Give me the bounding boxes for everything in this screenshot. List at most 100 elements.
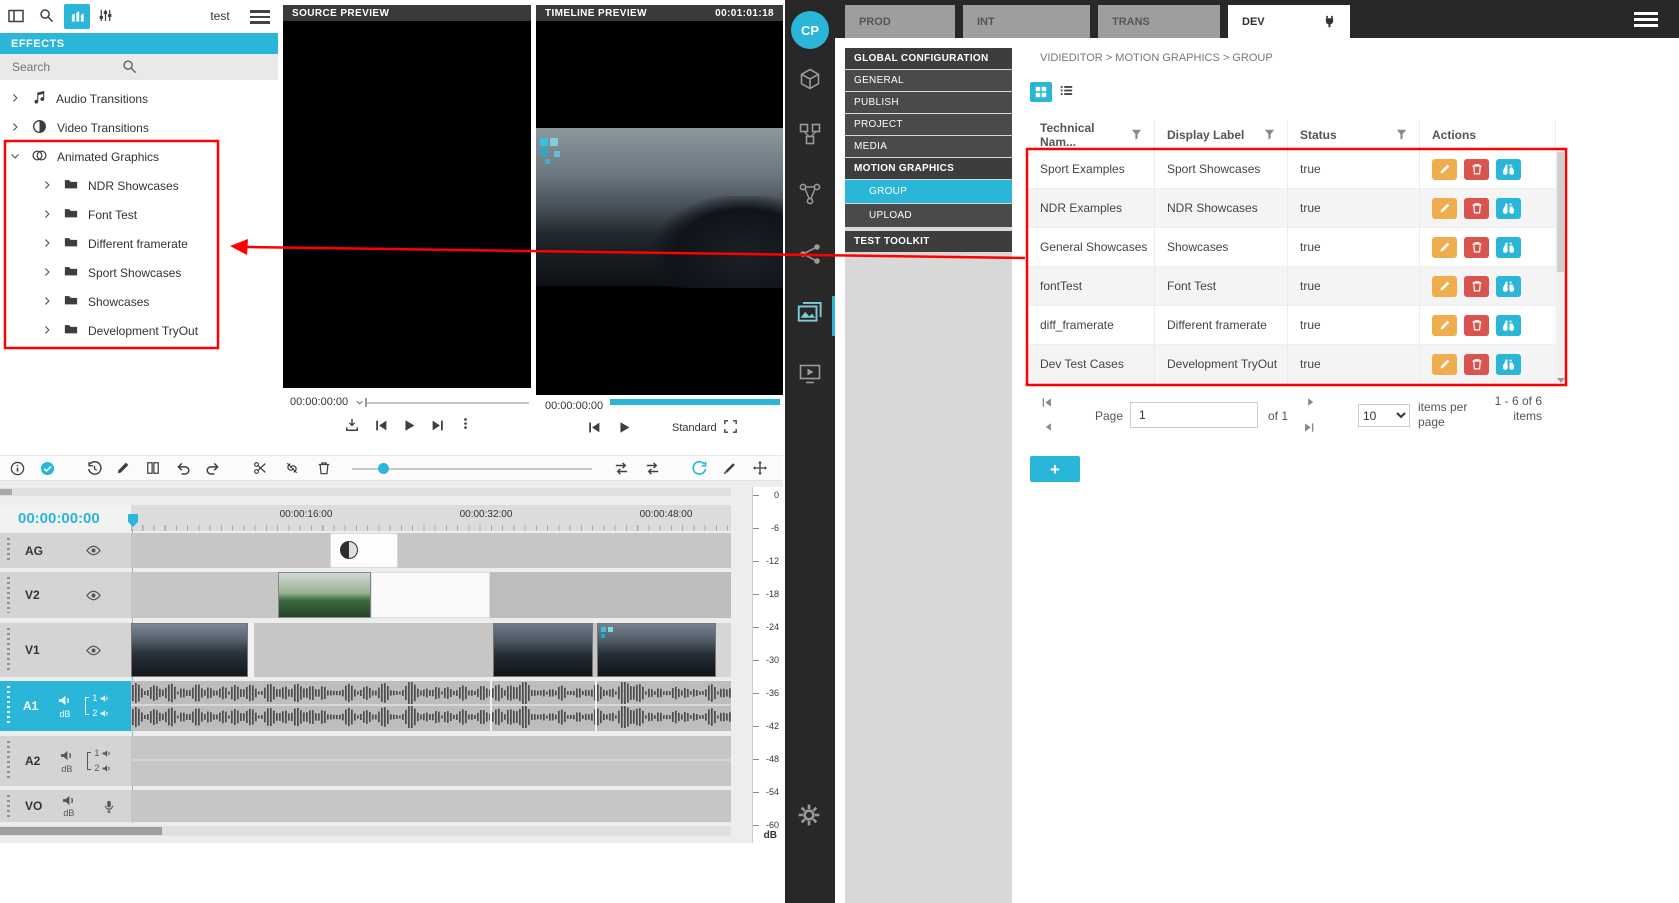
column-header-display-label[interactable]: Display Label [1155, 120, 1288, 149]
speaker-icon[interactable] [60, 749, 73, 762]
video-clip-thumbnail[interactable] [493, 623, 593, 677]
column-header-actions[interactable]: Actions [1420, 120, 1556, 149]
preview-button[interactable] [1496, 315, 1521, 336]
nav-item-publish[interactable]: PUBLISH [845, 92, 1012, 113]
transition-clip[interactable] [330, 533, 398, 568]
table-row[interactable]: General Showcases Showcases true [1028, 228, 1556, 267]
timeline-h-scrollbar-top[interactable] [0, 488, 731, 496]
nav-item-upload[interactable]: UPLOAD [845, 204, 1012, 227]
effects-library-button[interactable] [64, 4, 90, 29]
cut-button[interactable] [253, 461, 267, 475]
nav-item-project[interactable]: PROJECT [845, 114, 1012, 135]
ripple-left-button[interactable] [614, 461, 629, 476]
track-content-v1[interactable] [131, 623, 731, 677]
track-content-ag[interactable] [131, 533, 731, 568]
track-visibility-icon[interactable] [86, 590, 101, 601]
delete-button[interactable] [1464, 354, 1489, 375]
chevron-right-icon[interactable] [42, 295, 54, 309]
loop-button[interactable] [692, 461, 707, 476]
list-view-button[interactable] [1060, 84, 1073, 97]
drag-handle[interactable] [7, 686, 10, 726]
ripple-right-button[interactable] [645, 461, 660, 476]
source-seek-handle[interactable] [365, 398, 367, 407]
source-preview-video[interactable] [283, 21, 531, 388]
chevron-right-icon[interactable] [10, 92, 22, 106]
redo-button[interactable] [205, 461, 220, 476]
source-seek-bar[interactable] [365, 402, 529, 404]
nav-item-test-toolkit[interactable]: TEST TOOLKIT [845, 231, 1012, 252]
fullscreen-button[interactable] [724, 420, 737, 433]
tree-item-font-test[interactable]: Font Test [0, 200, 278, 229]
approve-button[interactable] [40, 461, 55, 476]
avatar[interactable]: CP [791, 11, 829, 49]
edit-button[interactable] [1432, 276, 1457, 297]
components-icon[interactable] [799, 123, 821, 145]
adjustments-icon[interactable] [98, 8, 113, 23]
connections-icon[interactable] [799, 243, 821, 265]
split-view-button[interactable] [146, 461, 160, 475]
chevron-right-icon[interactable] [42, 266, 54, 280]
delete-button[interactable] [1464, 276, 1489, 297]
drag-handle[interactable] [7, 741, 10, 781]
add-group-button[interactable]: + [1030, 456, 1080, 482]
channel-toggle[interactable]: 2 [92, 708, 109, 719]
settings-gear-icon[interactable] [797, 803, 821, 827]
funnel-icon[interactable] [1131, 129, 1142, 140]
unlink-button[interactable] [285, 461, 299, 475]
grid-view-button[interactable] [1030, 82, 1052, 102]
chevron-right-icon[interactable] [42, 237, 54, 251]
column-header-status[interactable]: Status [1288, 120, 1420, 149]
tab-prod[interactable]: PROD [845, 5, 955, 38]
video-clip[interactable] [371, 572, 490, 618]
table-row[interactable]: diff_framerate Different framerate true [1028, 306, 1556, 345]
edit-button[interactable] [1432, 315, 1457, 336]
preview-button[interactable] [1496, 198, 1521, 219]
track-header-v1[interactable]: V1 [0, 623, 131, 677]
chevron-right-icon[interactable] [10, 121, 22, 135]
track-content-a1[interactable] [131, 681, 731, 731]
track-header-vo[interactable]: VO dB [0, 790, 131, 822]
table-row[interactable]: Sport Examples Sport Showcases true [1028, 150, 1556, 189]
table-scrollbar[interactable] [1556, 150, 1565, 384]
preview-button[interactable] [1496, 276, 1521, 297]
snap-button[interactable] [753, 461, 767, 475]
funnel-icon[interactable] [1396, 129, 1407, 140]
search-icon[interactable] [39, 8, 54, 23]
track-header-v2[interactable]: V2 [0, 572, 131, 618]
chevron-down-icon[interactable] [10, 150, 22, 164]
edit-mode-button[interactable] [116, 461, 130, 475]
next-page-button[interactable] [1305, 397, 1315, 407]
tree-item-development-tryout[interactable]: Development TryOut [0, 316, 278, 345]
video-clip-thumbnail[interactable] [597, 623, 716, 677]
track-header-a2[interactable]: A2 dB 1 2 [0, 736, 131, 786]
nav-item-media[interactable]: MEDIA [845, 136, 1012, 157]
tree-item-video-transitions[interactable]: Video Transitions [0, 113, 278, 142]
razor-button[interactable] [723, 461, 737, 475]
drag-handle[interactable] [7, 538, 10, 563]
preview-button[interactable] [1496, 354, 1521, 375]
video-clip-thumbnail[interactable] [131, 623, 248, 677]
tree-item-showcases[interactable]: Showcases [0, 287, 278, 316]
zoom-slider-handle[interactable] [378, 463, 389, 474]
prev-page-button[interactable] [1044, 422, 1054, 432]
delete-button[interactable] [1464, 159, 1489, 180]
table-row[interactable]: NDR Examples NDR Showcases true [1028, 189, 1556, 228]
chevron-right-icon[interactable] [42, 208, 54, 222]
info-button[interactable] [10, 461, 25, 476]
more-options-button[interactable] [459, 417, 472, 430]
drag-handle[interactable] [7, 577, 10, 613]
media-library-icon[interactable] [797, 301, 823, 325]
tree-item-ndr-showcases[interactable]: NDR Showcases [0, 171, 278, 200]
chevron-right-icon[interactable] [42, 179, 54, 193]
modules-icon[interactable] [799, 68, 821, 90]
channel-toggle[interactable]: 2 [94, 763, 111, 774]
scroll-down-icon[interactable] [1557, 378, 1565, 383]
tree-item-audio-transitions[interactable]: Audio Transitions [0, 84, 278, 113]
playout-icon[interactable] [799, 363, 821, 385]
speaker-icon[interactable] [62, 794, 75, 807]
channel-toggle[interactable]: 1 [92, 693, 109, 704]
video-clip-thumbnail[interactable] [278, 572, 371, 618]
page-input[interactable] [1130, 402, 1258, 428]
nav-item-global-configuration[interactable]: GLOBAL CONFIGURATION [845, 48, 1012, 69]
drag-handle[interactable] [7, 795, 10, 817]
